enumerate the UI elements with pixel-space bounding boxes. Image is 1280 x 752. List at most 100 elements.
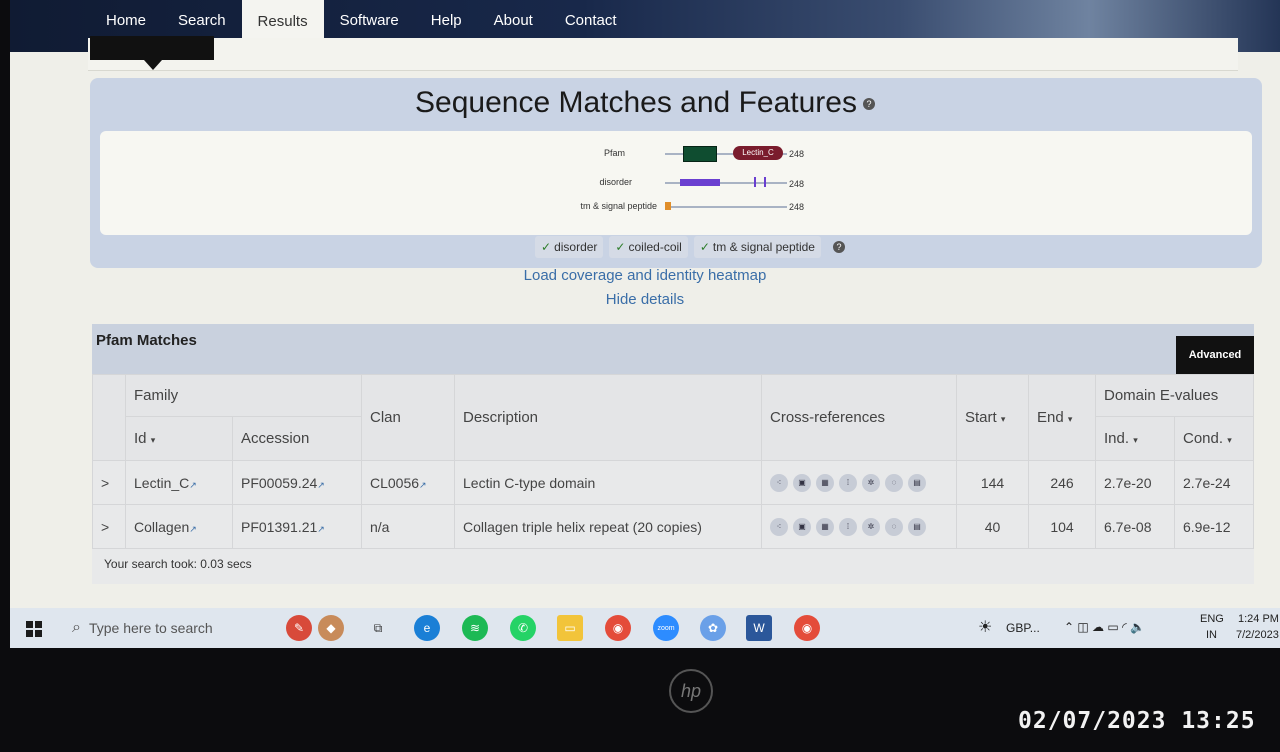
taskbar-search[interactable]: ⌕ Type here to search [72, 610, 277, 646]
weather-icon[interactable]: ☀ [978, 617, 992, 637]
signal-peptide-region[interactable] [665, 202, 671, 210]
region-indicator[interactable]: IN [1206, 629, 1217, 641]
table-row: > Collagen↗ PF01391.21↗ n/a Collagen tri… [92, 504, 1254, 549]
edge-icon[interactable]: e [414, 615, 440, 641]
nav-software[interactable]: Software [324, 0, 415, 40]
search-placeholder: Type here to search [88, 620, 213, 636]
xref-matrix-icon[interactable]: ▦ [816, 517, 834, 536]
family-id-text: Lectin_C [134, 474, 190, 491]
disorder-mark-1[interactable] [754, 177, 756, 187]
accession-text: PF00059.24 [241, 474, 318, 491]
toggle-coiled-coil[interactable]: ✓ coiled-coil [609, 236, 688, 258]
disorder-mark-2[interactable] [764, 177, 766, 187]
nav-contact[interactable]: Contact [549, 0, 633, 40]
nav-home[interactable]: Home [90, 0, 162, 40]
ind-evalue-cell: 2.7e-20 [1095, 460, 1175, 505]
photos-icon[interactable]: ✿ [700, 615, 726, 641]
pinned-app-icon[interactable]: ◆ [318, 615, 344, 641]
table-row: > Lectin_C↗ PF00059.24↗ CL0056↗ Lectin C… [92, 460, 1254, 505]
xref-matrix-icon[interactable]: ▦ [816, 473, 834, 492]
xref-hmm-icon[interactable]: ▣ [793, 473, 811, 492]
xref-alignment-icon[interactable]: ⁖ [770, 517, 788, 536]
start-header[interactable]: Start ▾ [956, 374, 1029, 461]
track-line-signal [665, 206, 787, 208]
hide-details-link[interactable]: Hide details [10, 291, 1280, 308]
cond-header-text: Cond. [1183, 430, 1224, 447]
family-header: Family [125, 374, 362, 417]
ind-evalue-header[interactable]: Ind. ▾ [1095, 416, 1175, 461]
accession-header[interactable]: Accession [232, 416, 362, 461]
xref-cell: ⁖ ▣ ▦ ⁞ ✲ ◌ ▤ [761, 460, 957, 505]
pfam-domain-collagen[interactable] [683, 146, 717, 162]
sort-icon: ▾ [1067, 414, 1073, 424]
xref-alignment-icon[interactable]: ⁖ [770, 473, 788, 492]
xref-brackets-icon[interactable]: ⁞ [839, 517, 857, 536]
whatsapp-icon[interactable]: ✆ [510, 615, 536, 641]
clan-header[interactable]: Clan [361, 374, 455, 461]
xref-brackets-icon[interactable]: ⁞ [839, 473, 857, 492]
toggle-disorder[interactable]: ✓ disorder [535, 236, 604, 258]
end-header-text: End [1037, 409, 1064, 426]
toggle-tm-signal[interactable]: ✓ tm & signal peptide [693, 236, 821, 258]
nav-about[interactable]: About [478, 0, 549, 40]
photo-timestamp: 02/07/2023 13:25 [1018, 708, 1256, 734]
external-link-icon: ↗ [317, 479, 325, 490]
help-icon[interactable]: ? [862, 98, 875, 111]
advanced-button[interactable]: Advanced [1176, 336, 1254, 374]
main-nav: Home Search Results Software Help About … [90, 0, 633, 42]
start-cell: 40 [956, 504, 1029, 549]
nav-results[interactable]: Results [241, 0, 324, 42]
spotify-icon[interactable]: ≋ [462, 615, 488, 641]
clock-date[interactable]: 7/2/2023 [1236, 629, 1279, 641]
xref-hmm-icon[interactable]: ▣ [793, 517, 811, 536]
xref-cycle-icon[interactable]: ◌ [885, 473, 903, 492]
accession-link[interactable]: PF01391.21↗ [232, 504, 362, 549]
pfam-domain-lectin[interactable]: Lectin_C [733, 146, 783, 160]
xref-cycle-icon[interactable]: ◌ [885, 517, 903, 536]
family-id-link[interactable]: Collagen↗ [125, 504, 233, 549]
cond-evalue-header[interactable]: Cond. ▾ [1174, 416, 1254, 461]
id-header-text: Id [134, 430, 147, 447]
heatmap-link[interactable]: Load coverage and identity heatmap [10, 267, 1280, 284]
tray-icons[interactable]: ⌃ ◫ ☁ ▭ ◜ 🔈 [1064, 620, 1145, 634]
track-label-pfam: Pfam [603, 148, 625, 158]
clock-time[interactable]: 1:24 PM [1238, 613, 1279, 625]
windows-start-icon[interactable] [26, 621, 42, 637]
expand-row-toggle[interactable]: > [92, 460, 126, 505]
chrome-icon[interactable]: ◉ [605, 615, 631, 641]
xref-document-icon[interactable]: ▤ [908, 517, 926, 536]
chrome-profile-icon[interactable]: ◉ [794, 615, 820, 641]
xref-structure-icon[interactable]: ✲ [862, 473, 880, 492]
paint-app-icon[interactable]: ✎ [286, 615, 312, 641]
family-id-link[interactable]: Lectin_C↗ [125, 460, 233, 505]
check-icon: ✓ [541, 240, 552, 254]
word-icon[interactable]: W [746, 615, 772, 641]
nav-search[interactable]: Search [162, 0, 242, 40]
xref-header: Cross-references [761, 374, 957, 461]
zoom-icon[interactable]: zoom [653, 615, 679, 641]
start-cell: 144 [956, 460, 1029, 505]
nav-help[interactable]: Help [415, 0, 478, 40]
disorder-region[interactable] [680, 179, 720, 186]
accession-link[interactable]: PF00059.24↗ [232, 460, 362, 505]
cond-evalue-cell: 6.9e-12 [1174, 504, 1254, 549]
active-subtab[interactable] [90, 36, 214, 60]
expand-row-toggle[interactable]: > [92, 504, 126, 549]
track-length-signal: 248 [789, 202, 805, 212]
description-header[interactable]: Description [454, 374, 762, 461]
id-header[interactable]: Id ▾ [125, 416, 233, 461]
clan-cell: n/a [361, 504, 455, 549]
weather-text[interactable]: GBP... [1006, 621, 1040, 635]
task-view-icon[interactable]: ⧉ [365, 615, 391, 641]
xref-structure-icon[interactable]: ✲ [862, 517, 880, 536]
pfam-table: Family Clan Description Cross-references… [92, 374, 1254, 549]
help-icon[interactable]: ? [832, 241, 845, 253]
file-explorer-icon[interactable]: ▭ [557, 615, 583, 641]
track-length-disorder: 248 [789, 179, 805, 189]
toggle-label: coiled-coil [628, 240, 682, 254]
clan-link[interactable]: CL0056↗ [361, 460, 455, 505]
language-indicator[interactable]: ENG [1200, 613, 1224, 625]
xref-document-icon[interactable]: ▤ [908, 473, 926, 492]
end-header[interactable]: End ▾ [1028, 374, 1096, 461]
sort-icon: ▾ [1000, 414, 1006, 424]
